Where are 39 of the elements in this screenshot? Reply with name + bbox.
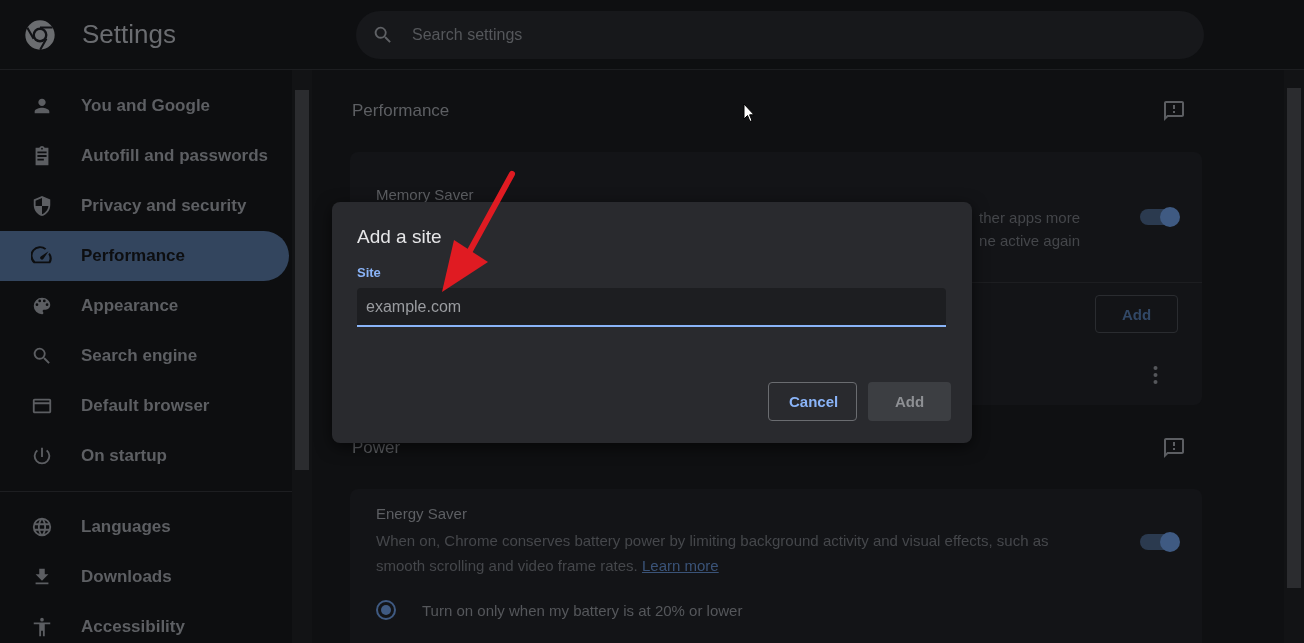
more-icon[interactable]: [1153, 366, 1158, 384]
learn-more-link[interactable]: Learn more: [641, 557, 719, 574]
palette-icon: [31, 295, 53, 317]
mouse-pointer-icon: [743, 103, 755, 123]
sidebar-item[interactable]: Performance: [0, 231, 289, 281]
globe-icon: [31, 516, 53, 538]
option-label: Turn on only when my battery is at 20% or lower: [422, 601, 743, 619]
search-field[interactable]: Search settings: [410, 24, 1204, 45]
sidebar-item[interactable]: On startup: [0, 431, 289, 481]
page-title: Settings: [82, 19, 176, 50]
sidebar-item[interactable]: Accessibility: [0, 602, 289, 643]
sidebar-item[interactable]: Search engine: [0, 331, 289, 381]
search-bar[interactable]: Search settings: [356, 10, 1204, 59]
toggle-switch[interactable]: [1140, 209, 1178, 225]
add-button[interactable]: Add: [1095, 295, 1178, 333]
sidebar-item[interactable]: Downloads: [0, 552, 289, 602]
sidebar-item[interactable]: Languages: [0, 502, 289, 552]
sidebar-item[interactable]: Privacy and security: [0, 181, 289, 231]
site-input-field[interactable]: example.com: [357, 288, 946, 327]
setting-title: Memory Saver: [376, 185, 475, 203]
feedback-icon[interactable]: [1162, 436, 1186, 460]
sidebar-item[interactable]: Autofill and passwords: [0, 131, 289, 181]
cancel-button[interactable]: Cancel: [768, 382, 857, 421]
power-icon: [31, 445, 53, 467]
sidebar-item[interactable]: Default browser: [0, 381, 289, 431]
sidebar-item[interactable]: You and Google: [0, 81, 289, 131]
scrollbar[interactable]: [292, 70, 312, 643]
toggle-switch[interactable]: [1140, 533, 1178, 550]
setting-title: Energy Saver: [376, 505, 468, 522]
field-label: Site: [357, 265, 382, 280]
radio-button[interactable]: [376, 600, 396, 620]
dialog-title: Add a site: [357, 226, 443, 248]
search-icon: [31, 345, 53, 367]
shield-icon: [31, 195, 53, 217]
accessibility-icon: [31, 616, 53, 638]
section-title: Performance: [352, 101, 450, 121]
sidebar-item[interactable]: Appearance: [0, 281, 289, 331]
browser-logo-icon: [24, 18, 56, 51]
feedback-icon[interactable]: [1162, 99, 1186, 123]
